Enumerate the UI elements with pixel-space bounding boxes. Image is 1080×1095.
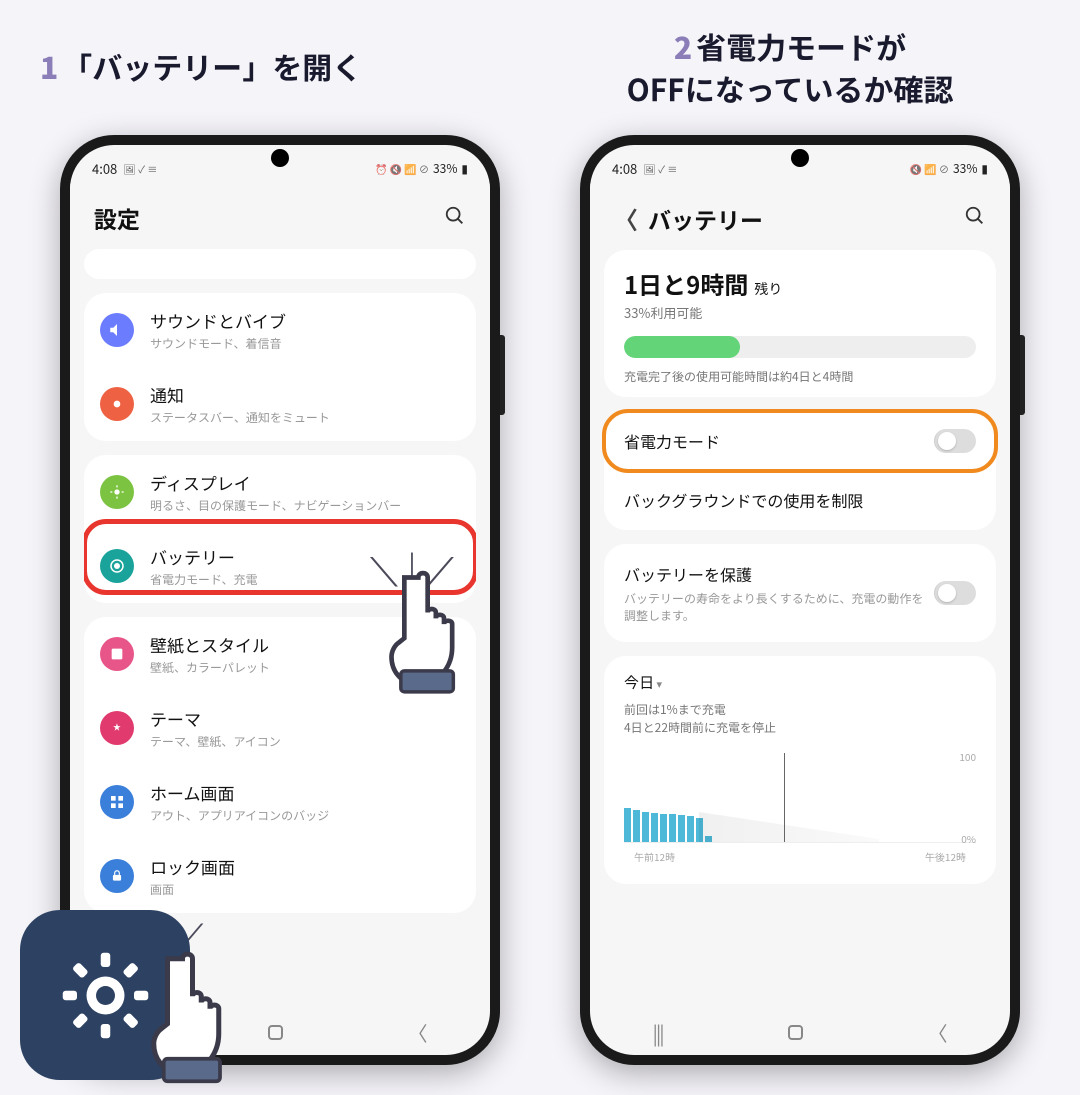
protect-title: バッテリーを保護 (624, 562, 934, 586)
graph-now-line (784, 753, 785, 842)
wallpaper-icon (100, 637, 134, 671)
y-axis-max: 100 (959, 749, 976, 764)
item-sub: アウト、アプリアイコンのバッジ (150, 807, 460, 824)
item-title: テーマ (150, 706, 460, 731)
battery-settings-icon (100, 549, 134, 583)
page-title: 設定 (94, 201, 140, 235)
search-icon[interactable] (444, 204, 466, 233)
battery-bar-fill (624, 336, 740, 358)
battery-icon: ▮ (461, 160, 468, 177)
settings-item-notifications[interactable]: 通知 ステータスバー、通知をミュート (84, 367, 476, 441)
item-title: 通知 (150, 382, 460, 407)
settings-item-theme[interactable]: テーマ テーマ、壁紙、アイコン (84, 691, 476, 765)
graph-bars (624, 753, 712, 842)
theme-icon (100, 711, 134, 745)
settings-header: 設定 (70, 183, 490, 249)
step-2-text-line1: 省電力モードが (696, 24, 906, 68)
item-title: ホーム画面 (150, 780, 460, 805)
today-dropdown[interactable]: 今日 (624, 672, 976, 693)
today-line1: 前回は1%まで充電 (624, 701, 976, 719)
power-saving-label: 省電力モード (624, 429, 720, 453)
item-sub: ステータスバー、通知をミュート (150, 409, 460, 426)
status-time: 4:08 (92, 159, 117, 178)
screen-battery: 4:08 🖼 ✓ ≡ 🔇 📶 ⊘ 33% ▮ 〈 バッテリー 1日と9時間残り (590, 145, 1010, 1055)
item-title: ロック画面 (150, 854, 460, 879)
step-2-text-line2: OFFになっているか確認 (627, 66, 954, 110)
back-button[interactable]: 〈 (614, 201, 638, 236)
home-icon (100, 785, 134, 819)
today-line2: 4日と22時間前に充電を停止 (624, 719, 976, 737)
protect-toggle[interactable] (934, 581, 976, 605)
battery-header: 〈 バッテリー (590, 183, 1010, 250)
nav-recent-button[interactable]: ||| (652, 1018, 662, 1047)
settings-item-display[interactable]: ディスプレイ 明るさ、目の保護モード、ナビゲーションバー (84, 455, 476, 529)
usage-graph: 100 0% (624, 753, 976, 843)
tap-hand-icon-2 (130, 940, 260, 1090)
list-card-1: サウンドとバイブ サウンドモード、着信音 通知 ステータスバー、通知をミュート (84, 293, 476, 441)
background-limit-label: バックグラウンドでの使用を制限 (624, 488, 863, 512)
item-title: サウンドとバイブ (150, 308, 460, 333)
background-limit-row[interactable]: バックグラウンドでの使用を制限 (604, 470, 996, 530)
status-right-icons: 🔇 📶 ⊘ (910, 161, 949, 176)
sound-icon (100, 313, 134, 347)
battery-summary-card: 1日と9時間残り 33%利用可能 充電完了後の使用可能時間は約4日と4時間 (604, 250, 996, 397)
lock-icon (100, 859, 134, 893)
graph-slope (699, 812, 879, 842)
front-camera (791, 149, 809, 167)
settings-item-sound[interactable]: サウンドとバイブ サウンドモード、着信音 (84, 293, 476, 367)
status-time: 4:08 (612, 159, 637, 178)
time-remaining: 1日と9時間残り (624, 266, 976, 301)
power-saving-toggle[interactable] (934, 429, 976, 453)
step-2-number: 2 (674, 24, 692, 68)
today-card[interactable]: 今日 前回は1%まで充電 4日と22時間前に充電を停止 100 0% (604, 656, 996, 884)
power-saving-row[interactable]: 省電力モード (604, 411, 996, 471)
step-1-number: 1 (40, 44, 58, 88)
page-title: バッテリー (648, 202, 763, 236)
step-2-label: 2省電力モードが OFFになっているか確認 (540, 25, 1040, 109)
status-battery-text: 33% (433, 160, 457, 177)
nav-bar: ||| 〈 (590, 1009, 1010, 1055)
step-1-label: 1「バッテリー」を開く (40, 45, 362, 87)
y-axis-min: 0% (961, 831, 976, 846)
nav-back-button[interactable]: 〈 (408, 1018, 428, 1047)
battery-content[interactable]: 1日と9時間残り 33%利用可能 充電完了後の使用可能時間は約4日と4時間 省電… (590, 250, 1010, 884)
tap-hand-icon (370, 560, 490, 700)
status-left-icons: 🖼 ✓ ≡ (123, 161, 157, 176)
item-title: ディスプレイ (150, 470, 460, 495)
nav-back-button[interactable]: 〈 (928, 1018, 948, 1047)
front-camera (271, 149, 289, 167)
percent-available: 33%利用可能 (624, 303, 976, 322)
item-sub: 画面 (150, 881, 460, 898)
settings-item-lockscreen[interactable]: ロック画面 画面 (84, 839, 476, 913)
search-icon[interactable] (964, 204, 986, 233)
status-right-icons: ⏰ 🔇 📶 ⊘ (375, 161, 429, 176)
display-icon (100, 475, 134, 509)
item-sub: テーマ、壁紙、アイコン (150, 733, 460, 750)
step-1-text: 「バッテリー」を開く (62, 44, 362, 88)
status-left-icons: 🖼 ✓ ≡ (643, 161, 677, 176)
nav-home-button[interactable] (788, 1025, 803, 1040)
settings-item-home[interactable]: ホーム画面 アウト、アプリアイコンのバッジ (84, 765, 476, 839)
status-battery-text: 33% (953, 160, 977, 177)
nav-home-button[interactable] (268, 1025, 283, 1040)
protect-sub: バッテリーの寿命をより長くするために、充電の動作を調整します。 (624, 590, 934, 624)
x-axis-labels: 午前12時 午後12時 (624, 849, 976, 864)
item-sub: サウンドモード、着信音 (150, 335, 460, 352)
protect-battery-row[interactable]: バッテリーを保護 バッテリーの寿命をより長くするために、充電の動作を調整します。 (604, 544, 996, 642)
battery-icon: ▮ (981, 160, 988, 177)
battery-bar (624, 336, 976, 358)
phone-frame-right: 4:08 🖼 ✓ ≡ 🔇 📶 ⊘ 33% ▮ 〈 バッテリー 1日と9時間残り (580, 135, 1020, 1065)
notification-icon (100, 387, 134, 421)
full-charge-note: 充電完了後の使用可能時間は約4日と4時間 (624, 368, 976, 385)
list-card-partial (84, 249, 476, 279)
item-sub: 明るさ、目の保護モード、ナビゲーションバー (150, 497, 460, 514)
